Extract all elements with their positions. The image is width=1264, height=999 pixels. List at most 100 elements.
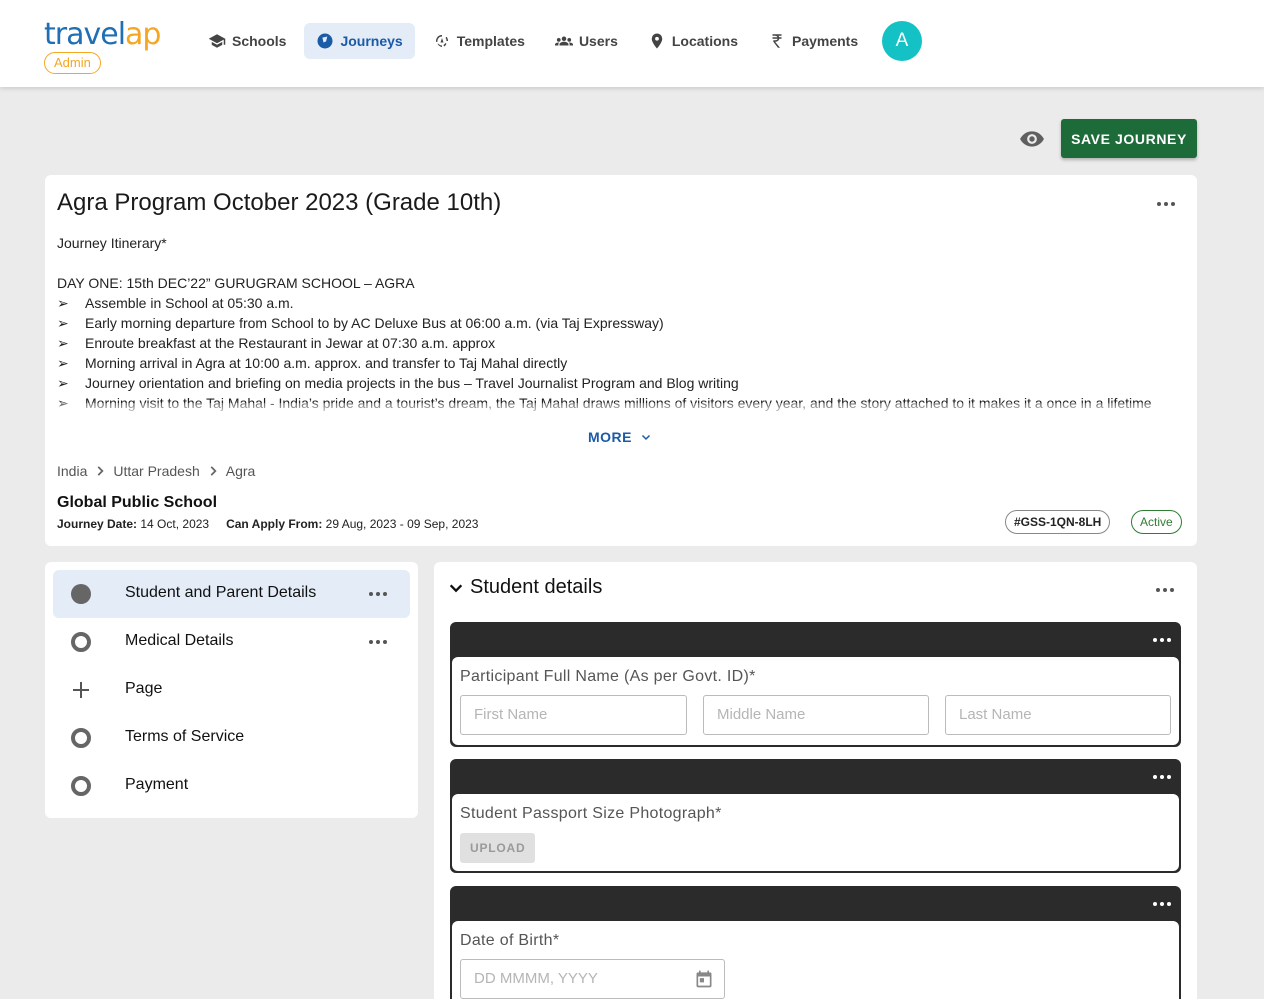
templates-icon (435, 35, 448, 47)
logo-text-part2: ap (125, 17, 161, 52)
more-toggle-button[interactable]: MORE (588, 429, 652, 445)
student-details-panel: Student details Participant Full Name (A… (434, 562, 1197, 999)
compass-icon (317, 33, 333, 49)
nav-label: Schools (232, 33, 287, 49)
itinerary-heading: Journey Itinerary* (57, 235, 167, 251)
photo-label: Student Passport Size Photograph* (460, 805, 722, 822)
itinerary-item-text: Assemble in School at 05:30 a.m. (85, 295, 294, 311)
dob-label: Date of Birth* (460, 932, 560, 949)
top-navbar: travelap Admin Schools Journeys Template… (0, 0, 1264, 87)
section-title: Student details (470, 576, 603, 598)
chevron-down-icon (641, 434, 651, 441)
middle-name-input[interactable]: Middle Name (703, 695, 929, 735)
nav-label: Users (578, 33, 618, 49)
nav-templates[interactable]: Templates (421, 23, 537, 59)
chevron-down-icon (449, 584, 463, 592)
step-label: Student and Parent Details (125, 584, 317, 601)
field-card-full-name: Participant Full Name (As per Govt. ID)*… (450, 622, 1181, 747)
itinerary-item-text: Enroute breakfast at the Restaurant in J… (85, 335, 496, 351)
step-pending-icon (71, 728, 91, 748)
nav-locations[interactable]: Locations (636, 23, 750, 59)
itinerary-item: ➢ Assemble in School at 05:30 a.m. (57, 293, 1187, 313)
full-name-label: Participant Full Name (As per Govt. ID)* (460, 668, 756, 685)
journey-code-chip: #GSS-1QN-8LH (1005, 510, 1111, 534)
step-label: Page (125, 680, 163, 697)
itinerary-item-text: Early morning departure from School to b… (85, 315, 664, 331)
itinerary-item-text: Journey orientation and briefing on medi… (85, 375, 739, 391)
step-label: Payment (125, 776, 189, 793)
upload-button[interactable]: UPLOAD (460, 833, 536, 863)
itinerary-item: ➢ Enroute breakfast at the Restaurant in … (57, 333, 1187, 353)
journey-title: Agra Program October 2023 (Grade 10th) (57, 189, 502, 216)
travelap-logo[interactable]: travelap Admin (44, 18, 170, 76)
step-pending-icon (71, 776, 91, 796)
section-header[interactable]: Student details (448, 576, 602, 599)
logo-text-part1: travel (44, 17, 126, 52)
step-more-options-icon[interactable] (369, 639, 389, 645)
itinerary-item: ➢ Early morning departure from School to … (57, 313, 1187, 333)
breadcrumb-city[interactable]: Agra (226, 463, 256, 479)
plus-icon (71, 680, 91, 700)
step-add-page[interactable]: Page (53, 666, 410, 714)
field-more-options-icon[interactable] (1153, 901, 1173, 907)
dob-placeholder: DD MMMM, YYYY (474, 970, 598, 987)
school-name: Global Public School (57, 494, 218, 511)
field-more-options-icon[interactable] (1153, 774, 1173, 780)
step-student-parent-details[interactable]: Student and Parent Details (53, 570, 410, 618)
bullet-arrow-icon: ➢ (57, 295, 69, 311)
last-name-input[interactable]: Last Name (945, 695, 1171, 735)
step-label: Medical Details (125, 632, 234, 649)
section-more-options-icon[interactable] (1156, 587, 1176, 593)
step-medical-details[interactable]: Medical Details (53, 618, 410, 666)
journey-summary-card: Agra Program October 2023 (Grade 10th) J… (45, 175, 1197, 546)
location-pin-icon (651, 33, 663, 49)
location-breadcrumb: India Uttar Pradesh Agra (57, 463, 255, 479)
field-card-photo: Student Passport Size Photograph* UPLOAD (450, 759, 1181, 873)
journey-itinerary: Journey Itinerary* DAY ONE: 15th DEC’22”… (57, 233, 1187, 417)
nav-payments[interactable]: Payments (756, 23, 870, 59)
calendar-icon[interactable] (694, 969, 714, 989)
rupee-icon (772, 34, 782, 48)
itinerary-day-one: DAY ONE: 15th DEC’22” GURUGRAM SCHOOL – … (57, 275, 415, 291)
first-name-input[interactable]: First Name (460, 695, 687, 735)
bullet-arrow-icon: ➢ (57, 335, 69, 351)
apply-from-value: 29 Aug, 2023 - 09 Sep, 2023 (325, 517, 479, 531)
itinerary-item-text: Morning arrival in Agra at 10:00 a.m. ap… (85, 355, 568, 371)
apply-from-label: Can Apply From: (226, 517, 323, 531)
itinerary-item: ➢ Journey orientation and briefing on med… (57, 373, 1187, 393)
nav-journeys[interactable]: Journeys (304, 23, 415, 59)
chevron-right-icon (97, 466, 104, 476)
journey-dates: Journey Date: 14 Oct, 2023 Can Apply Fro… (57, 517, 478, 531)
eye-icon[interactable] (1019, 126, 1045, 152)
field-more-options-icon[interactable] (1153, 637, 1173, 643)
step-terms-of-service[interactable]: Terms of Service (53, 714, 410, 762)
admin-badge: Admin (44, 52, 101, 74)
journey-date-label: Journey Date: (57, 517, 138, 531)
nav-label: Journeys (340, 33, 403, 49)
form-steps-panel: Student and Parent Details Medical Detai… (45, 562, 418, 818)
user-avatar[interactable]: A (882, 21, 922, 61)
breadcrumb-state[interactable]: Uttar Pradesh (113, 463, 199, 479)
journey-more-options-icon[interactable] (1157, 201, 1177, 207)
save-journey-button[interactable]: SAVE JOURNEY (1061, 119, 1197, 158)
nav-label: Locations (671, 33, 738, 49)
main-nav: Schools Journeys Templates Users Locatio… (196, 23, 870, 59)
step-payment[interactable]: Payment (53, 762, 410, 810)
breadcrumb-country[interactable]: India (57, 463, 87, 479)
bullet-arrow-icon: ➢ (57, 355, 69, 371)
nav-users[interactable]: Users (543, 23, 630, 59)
status-badge: Active (1131, 510, 1182, 534)
bullet-arrow-icon: ➢ (57, 315, 69, 331)
nav-label: Templates (456, 33, 525, 49)
step-more-options-icon[interactable] (369, 591, 389, 597)
step-current-icon (71, 584, 91, 604)
journey-date-value: 14 Oct, 2023 (140, 517, 210, 531)
chevron-right-icon (210, 466, 217, 476)
step-pending-icon (71, 632, 91, 652)
itinerary-item: ➢ Morning arrival in Agra at 10:00 a.m. a… (57, 353, 1187, 373)
field-card-dob: Date of Birth* DD MMMM, YYYY (450, 886, 1181, 999)
nav-schools[interactable]: Schools (196, 23, 298, 59)
bullet-arrow-icon: ➢ (57, 375, 69, 391)
school-icon (208, 34, 226, 48)
dob-input[interactable]: DD MMMM, YYYY (460, 959, 725, 999)
